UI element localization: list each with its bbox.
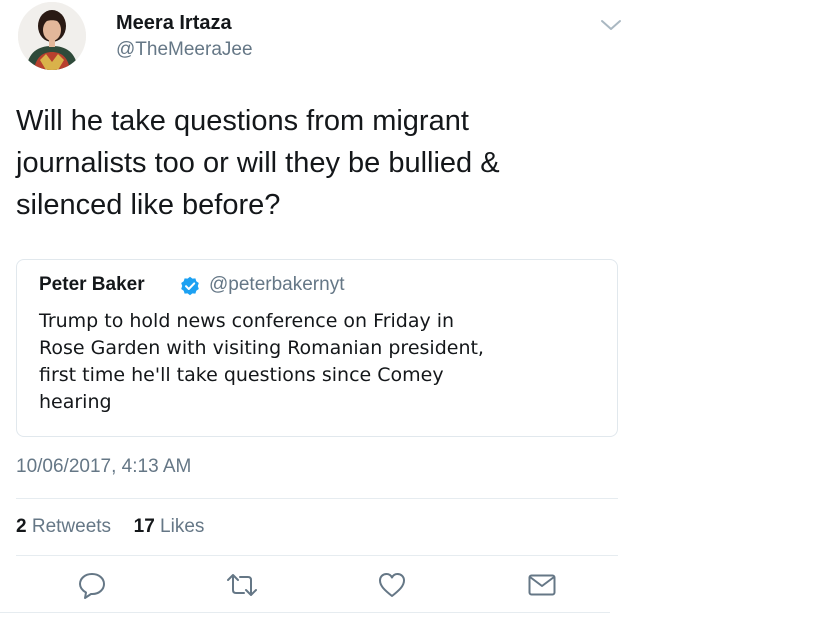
retweet-icon[interactable] (225, 570, 257, 600)
heart-icon[interactable] (377, 570, 407, 600)
quoted-text-line: Trump to hold news conference on Friday … (39, 310, 455, 332)
tweet-text-line: silenced like before? (16, 189, 281, 221)
likes-count[interactable]: 17 (134, 516, 155, 537)
tweet-text-line: Will he take questions from migrant (16, 105, 469, 137)
avatar-image (18, 2, 86, 70)
quoted-text-line: first time he'll take questions since Co… (39, 364, 444, 386)
author-handle[interactable]: @TheMeeraJee (116, 39, 253, 61)
tweet-stats: 2 Retweets 17 Likes (16, 516, 204, 538)
reply-icon[interactable] (77, 570, 107, 600)
retweets-label[interactable]: Retweets (32, 516, 111, 537)
quoted-tweet-text: Trump to hold news conference on Friday … (39, 308, 609, 416)
tweet-timestamp[interactable]: 10/06/2017, 4:13 AM (16, 456, 191, 478)
likes-label[interactable]: Likes (160, 516, 204, 537)
tweet-text-line: journalists too or will they be bullied … (16, 147, 500, 179)
quoted-text-line: hearing (39, 391, 112, 413)
avatar[interactable] (18, 2, 86, 70)
divider (16, 555, 618, 556)
quoted-author-handle: @peterbakernyt (209, 274, 345, 295)
divider (0, 612, 610, 613)
author-display-name[interactable]: Meera Irtaza (116, 12, 232, 35)
quoted-tweet-card[interactable]: Peter Baker @peterbakernyt Trump to hold… (16, 259, 618, 437)
quoted-text-line: Rose Garden with visiting Romanian presi… (39, 337, 484, 359)
tweet-text: Will he take questions from migrant jour… (16, 100, 616, 226)
quoted-author-name: Peter Baker (39, 274, 145, 295)
retweets-count[interactable]: 2 (16, 516, 27, 537)
envelope-icon[interactable] (527, 570, 557, 600)
verified-badge-icon (180, 276, 200, 296)
divider (16, 498, 618, 499)
chevron-down-icon[interactable] (599, 16, 623, 34)
